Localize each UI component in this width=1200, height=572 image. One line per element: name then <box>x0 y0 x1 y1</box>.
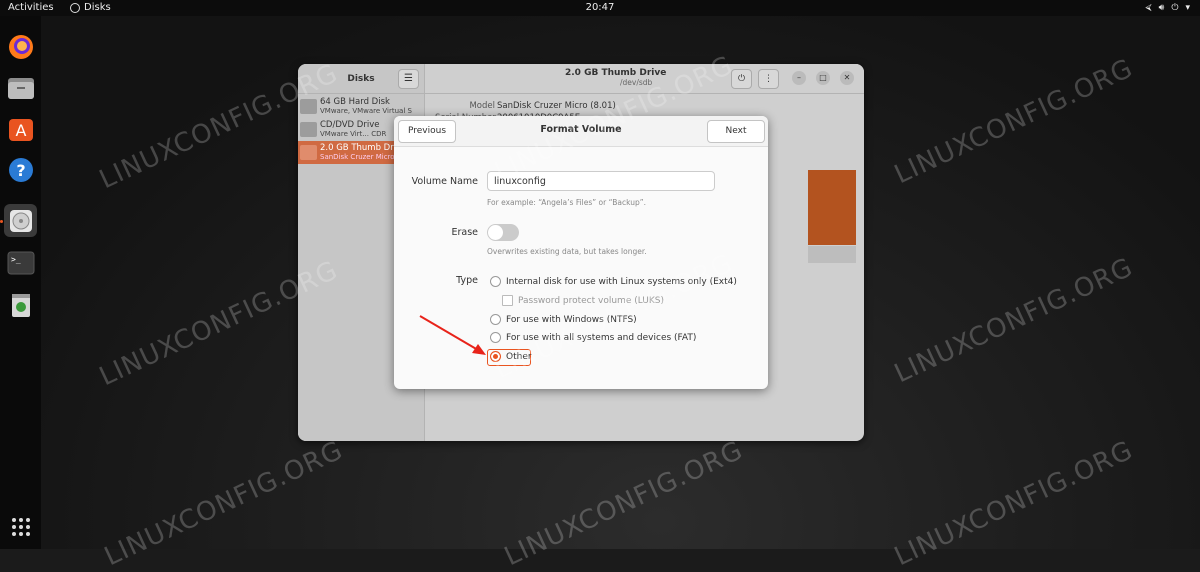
model-label: Model <box>469 101 495 111</box>
option-label: For use with Windows (NTFS) <box>506 314 637 325</box>
erase-hint: Overwrites existing data, but takes long… <box>487 247 647 256</box>
usb-drive-icon <box>300 145 317 160</box>
svg-text:A: A <box>15 121 26 140</box>
help-icon: ? <box>8 157 33 182</box>
luks-checkbox-row[interactable]: Password protect volume (LUKS) <box>502 295 664 306</box>
network-icon: ⮘ <box>1145 3 1152 13</box>
dock-item-firefox[interactable] <box>4 30 37 63</box>
volume-name-label: Volume Name <box>411 176 478 187</box>
running-indicator <box>0 220 3 223</box>
svg-text:>_: >_ <box>11 255 21 264</box>
sidebar-header: Disks ☰ <box>298 64 424 94</box>
drive-desc: VMware Virt... CDR <box>320 130 387 138</box>
folder-icon <box>7 77 34 99</box>
optical-drive-icon <box>300 122 317 137</box>
app-store-icon: A <box>8 118 33 141</box>
close-icon: ✕ <box>843 73 851 82</box>
power-icon: ⏻ <box>1171 3 1179 13</box>
dock-item-software[interactable]: A <box>4 112 37 145</box>
maximize-icon: □ <box>819 73 827 82</box>
radio-button[interactable] <box>490 332 501 343</box>
kebab-menu-icon: ⋮ <box>764 74 773 84</box>
drive-item-hard-disk[interactable]: 64 GB Hard Disk VMware, VMware Virtual S <box>298 95 424 118</box>
trash-icon <box>11 293 30 317</box>
drive-subtitle: /dev/sdb <box>620 78 653 87</box>
type-option-ext4[interactable]: Internal disk for use with Linux systems… <box>490 276 737 287</box>
app-menu[interactable]: Disks <box>70 0 111 16</box>
dock-item-disks[interactable] <box>4 204 37 237</box>
hamburger-icon: ☰ <box>404 73 413 84</box>
drive-name: 64 GB Hard Disk <box>320 97 390 107</box>
erase-toggle[interactable] <box>487 224 519 241</box>
top-bar: Activities Disks 20:47 ⮘ 🔊︎ ⏻ ▾ <box>0 0 1200 16</box>
disks-app-icon <box>70 3 80 13</box>
sidebar-title: Disks <box>347 73 375 84</box>
main-header: 2.0 GB Thumb Drive /dev/sdb ⏻ ⋮ – □ ✕ <box>425 64 864 94</box>
drive-title: 2.0 GB Thumb Drive <box>565 68 667 78</box>
system-tray[interactable]: ⮘ 🔊︎ ⏻ ▾ <box>1145 0 1190 16</box>
format-volume-dialog: Previous Format Volume Next Volume Name … <box>394 116 768 389</box>
clock[interactable]: 20:47 <box>0 0 1200 16</box>
next-button[interactable]: Next <box>707 120 765 143</box>
drive-desc: VMware, VMware Virtual S <box>320 107 412 115</box>
volume-partition-bar[interactable] <box>808 170 856 245</box>
drive-name: CD/DVD Drive <box>320 120 380 130</box>
volume-name-hint: For example: “Angela’s Files” or “Backup… <box>487 198 647 207</box>
drive-menu-button[interactable]: ⋮ <box>758 69 779 89</box>
type-option-other[interactable]: Other <box>490 351 532 362</box>
volume-strip <box>808 246 856 263</box>
app-menu-label: Disks <box>84 2 111 13</box>
volume-name-input[interactable]: linuxconfig <box>487 171 715 191</box>
option-label: For use with all systems and devices (FA… <box>506 332 697 343</box>
radio-button[interactable] <box>490 276 501 287</box>
close-button[interactable]: ✕ <box>840 71 854 85</box>
chevron-down-icon: ▾ <box>1185 3 1190 13</box>
model-value: SanDisk Cruzer Micro (8.01) <box>497 101 616 111</box>
dock-item-help[interactable]: ? <box>4 153 37 186</box>
radio-button[interactable] <box>490 314 501 325</box>
power-icon: ⏻ <box>737 74 746 84</box>
option-label: Other <box>506 351 532 362</box>
dock: A ? >_ <box>0 16 41 549</box>
firefox-icon <box>8 34 33 59</box>
radio-button-selected[interactable] <box>490 351 501 362</box>
type-option-ntfs[interactable]: For use with Windows (NTFS) <box>490 314 637 325</box>
dock-item-terminal[interactable]: >_ <box>4 246 37 279</box>
maximize-button[interactable]: □ <box>816 71 830 85</box>
toggle-knob <box>488 225 503 240</box>
show-apps-button[interactable] <box>4 510 37 543</box>
checkbox[interactable] <box>502 295 513 306</box>
power-off-button[interactable]: ⏻ <box>731 69 752 89</box>
activities-button[interactable]: Activities <box>8 0 54 16</box>
svg-text:?: ? <box>16 161 25 180</box>
type-option-fat[interactable]: For use with all systems and devices (FA… <box>490 332 696 343</box>
minimize-button[interactable]: – <box>792 71 806 85</box>
hard-disk-icon <box>300 99 317 114</box>
minimize-icon: – <box>797 73 801 82</box>
dock-item-trash[interactable] <box>4 288 37 321</box>
erase-label: Erase <box>451 227 478 238</box>
grid-icon <box>11 517 30 536</box>
dialog-header: Previous Format Volume Next <box>394 116 768 147</box>
type-label: Type <box>456 275 478 286</box>
terminal-icon: >_ <box>7 251 34 274</box>
option-label: Password protect volume (LUKS) <box>518 295 665 306</box>
dock-item-files[interactable] <box>4 71 37 104</box>
disks-icon <box>9 209 32 232</box>
option-label: Internal disk for use with Linux systems… <box>506 276 737 287</box>
menu-button[interactable]: ☰ <box>398 69 419 89</box>
volume-icon: 🔊︎ <box>1158 3 1165 13</box>
